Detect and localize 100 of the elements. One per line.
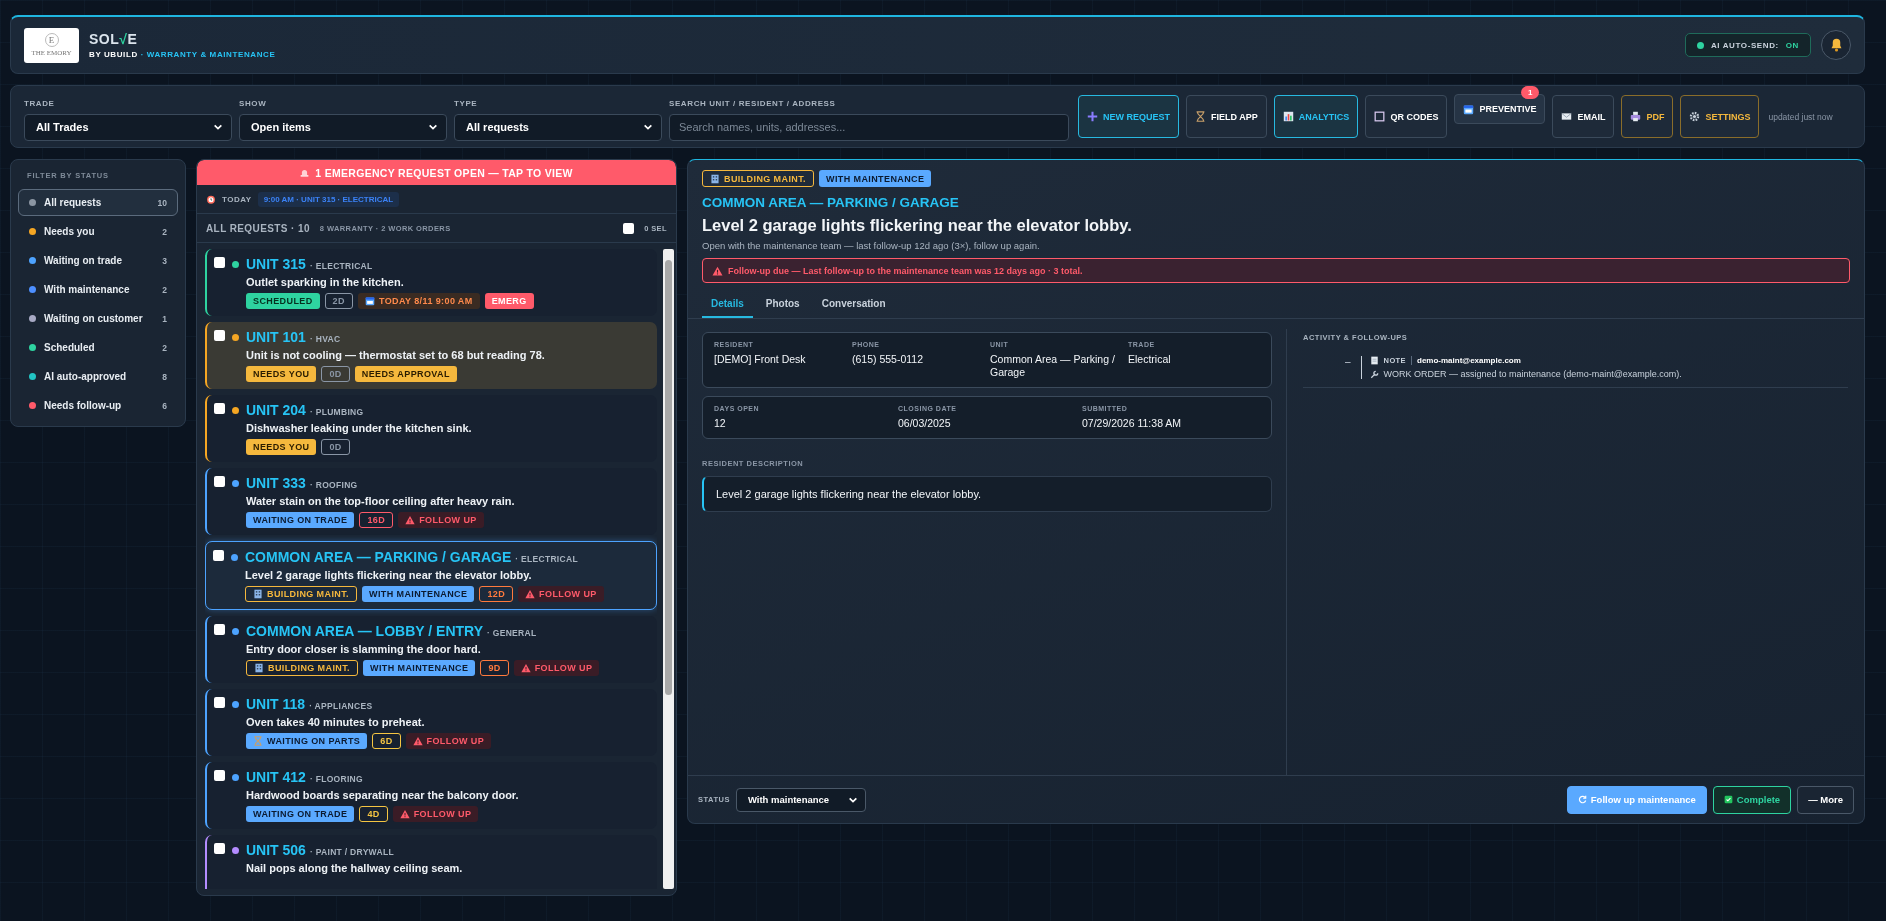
status-tag: NEEDS YOU [246, 366, 317, 382]
building-icon [253, 589, 263, 599]
description-box: Level 2 garage lights flickering near the elevator lobby. [702, 476, 1272, 513]
field-value: 12 [714, 417, 727, 431]
hourglass-icon [253, 736, 263, 746]
warning-icon [405, 515, 416, 525]
tag-label: FOLLOW UP [419, 515, 477, 525]
request-card[interactable]: UNIT 506 · PAINT / DRYWALL Nail pops along the hallway ceiling seam. [205, 835, 657, 889]
request-card[interactable]: UNIT 315 · ELECTRICAL Outlet sparking in the kitchen. SCHEDULED 2D TODAY 8/11 9:00 AM EMERG [205, 249, 657, 316]
unit-name: COMMON AREA — LOBBY / ENTRY [246, 623, 483, 639]
request-card[interactable]: UNIT 333 · ROOFING Water stain on the top-floor ceiling after heavy rain. WAITING ON TRADE 16D FOLLOW UP [205, 468, 657, 535]
status-tag: NEEDS APPROVAL [354, 366, 457, 382]
warning-icon [412, 736, 423, 746]
filter-item[interactable]: All requests 10 [18, 189, 178, 216]
dropdown[interactable]: All Trades [24, 113, 232, 141]
request-card[interactable]: COMMON AREA — LOBBY / ENTRY · GENERAL Entry door closer is slamming the door hard. BUILDING MAINT. WITH MAINTENANCE 9D FOLLOW UP [205, 616, 657, 683]
timeline-marker: – [1345, 356, 1351, 369]
checkbox[interactable] [214, 330, 225, 341]
notifications-button[interactable] [1821, 30, 1851, 60]
today-label: TODAY [222, 194, 252, 204]
brand-name: SOL√E [89, 31, 139, 47]
filter-label: TYPE [454, 98, 479, 108]
toolbar-button[interactable]: NEW REQUEST [1078, 95, 1179, 138]
warning-icon [712, 265, 723, 276]
checkbox[interactable] [213, 550, 224, 561]
request-description: Entry door closer is slamming the door hard. [246, 643, 482, 655]
filter-item[interactable]: Needs you 2 [18, 218, 178, 245]
trade-label: · HVAC [309, 334, 341, 344]
status-tag: SCHEDULED [246, 293, 320, 309]
unit-name: COMMON AREA — PARKING / GARAGE [245, 549, 512, 565]
toolbar-button[interactable]: FIELD APP [1186, 95, 1267, 138]
request-title: Level 2 garage lights flickering near the elevator lobby. [702, 216, 1133, 235]
checkbox[interactable] [214, 257, 225, 268]
request-description: Nail pops along the hallway ceiling seam. [246, 862, 463, 874]
filter-item[interactable]: Needs follow-up 6 [18, 392, 178, 419]
filter-item[interactable]: AI auto-approved 8 [18, 363, 178, 390]
dropdown[interactable]: All requests [454, 113, 662, 141]
schedule-chip[interactable]: 9:00 AM · UNIT 315 · ELECTRICAL [257, 191, 400, 207]
checkbox[interactable] [623, 222, 635, 234]
unit-name: UNIT 101 [246, 329, 306, 345]
tab[interactable]: Details [702, 293, 753, 318]
toolbar-button[interactable]: QR CODES [1365, 95, 1448, 138]
request-card[interactable]: COMMON AREA — PARKING / GARAGE · ELECTRICAL Level 2 garage lights flickering near the elevator lobby. BUILDING MAINT. WITH MAINTENANCE 12D FOLLOW UP [205, 541, 657, 610]
toolbar-button[interactable]: ANALYTICS [1273, 95, 1359, 138]
printer-icon [1630, 111, 1642, 122]
warning-icon [399, 809, 410, 819]
checkbox[interactable] [214, 476, 225, 487]
filter-item[interactable]: Scheduled 2 [18, 334, 178, 361]
status-tag: NEEDS YOU [246, 439, 317, 455]
square-icon [1374, 111, 1386, 122]
filter-item[interactable]: Waiting on customer 1 [18, 305, 178, 332]
tab[interactable]: Photos [756, 293, 809, 318]
chevron-icon [428, 122, 438, 132]
checkbox[interactable] [214, 624, 225, 635]
trade-label: · ELECTRICAL [309, 261, 373, 271]
request-description: Hardwood boards separating near the balcony door. [246, 789, 519, 801]
request-description: Oven takes 40 minutes to preheat. [246, 716, 426, 728]
status-tag: WITH MAINTENANCE [362, 586, 475, 602]
age-tag: 16D [359, 512, 394, 528]
checkbox[interactable] [214, 843, 225, 854]
trade-label: · ROOFING [309, 480, 358, 490]
toolbar-button[interactable]: SETTINGS [1680, 95, 1760, 138]
trade-label: · PAINT / DRYWALL [309, 847, 394, 857]
alert-text: Follow-up due — Last follow-up to the maintenance team was 12 days ago · 3 total. [728, 265, 1083, 276]
filter-label: SEARCH UNIT / RESIDENT / ADDRESS [669, 98, 837, 108]
unit-name: UNIT 204 [246, 402, 306, 418]
trade-label: · GENERAL [486, 628, 537, 638]
age-tag: 6D [372, 733, 401, 749]
status-dropdown[interactable]: With maintenance [735, 787, 866, 812]
tag-label: FOLLOW UP [413, 809, 472, 819]
toolbar-button[interactable]: PDF [1621, 95, 1674, 138]
activity-text: WORK ORDER — assigned to maintenance (demo-maint@example.com). [1383, 369, 1682, 379]
status-tag: WITH MAINTENANCE [363, 660, 476, 676]
request-description: Water stain on the top-floor ceiling after heavy rain. [246, 495, 515, 507]
checkbox[interactable] [214, 403, 225, 414]
field-value: [DEMO] Front Desk [714, 353, 807, 367]
building-icon [254, 663, 264, 673]
toolbar-button[interactable]: EMAIL [1552, 95, 1615, 138]
search-field[interactable]: Search names, units, addresses... [669, 113, 1069, 141]
action-button[interactable]: Complete [1712, 785, 1792, 814]
request-card[interactable]: UNIT 204 · PLUMBING Dishwasher leaking under the kitchen sink. NEEDS YOU 0D [205, 395, 657, 462]
filter-item[interactable]: Waiting on trade 3 [18, 247, 178, 274]
update-status: updated just now [1768, 111, 1833, 122]
tab[interactable]: Conversation [812, 293, 895, 318]
dropdown[interactable]: Open items [239, 113, 447, 141]
request-card[interactable]: UNIT 118 · APPLIANCES Oven takes 40 minutes to preheat. WAITING ON PARTS 6D FOLLOW UP [205, 689, 657, 756]
checkbox[interactable] [214, 697, 225, 708]
filter-item[interactable]: With maintenance 2 [18, 276, 178, 303]
chart-icon [1282, 111, 1294, 122]
scrollbar[interactable] [663, 249, 674, 889]
checkbox[interactable] [214, 770, 225, 781]
field-value: 07/29/2026 11:38 AM [1082, 417, 1183, 431]
unit-name: UNIT 333 [246, 475, 306, 491]
request-card[interactable]: UNIT 101 · HVAC Unit is not cooling — thermostat set to 68 but reading 78. NEEDS YOU 0D NEEDS APPROVAL [205, 322, 657, 389]
action-button[interactable]: — More [1797, 785, 1854, 814]
status-tag: WAITING ON TRADE [246, 512, 355, 528]
auto-send-toggle[interactable]: AI AUTO-SEND: ON [1685, 33, 1811, 57]
request-card[interactable]: UNIT 412 · FLOORING Hardwood boards separating near the balcony door. WAITING ON TRADE 4D FOLLOW UP [205, 762, 657, 829]
toolbar-button[interactable]: PREVENTIVE [1454, 94, 1546, 124]
plus-icon [1087, 111, 1098, 122]
